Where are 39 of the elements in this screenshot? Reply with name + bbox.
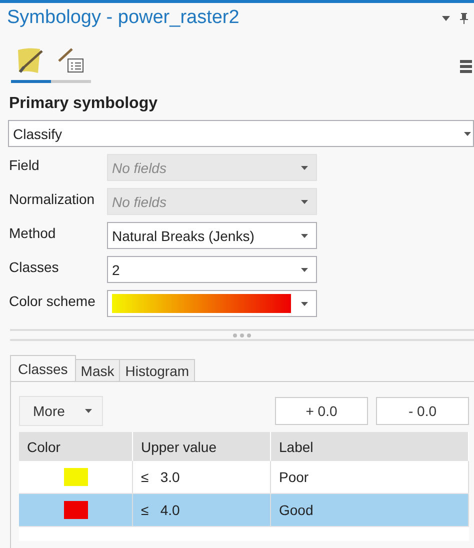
field-label: Field	[9, 156, 40, 173]
caret-icon	[301, 268, 308, 272]
field-label: Normalization	[9, 190, 96, 207]
label-cell: Good	[270, 494, 468, 526]
tab[interactable]: Mask	[74, 359, 120, 381]
menu-icon[interactable]	[460, 60, 472, 73]
splitter-grip-icon[interactable]	[232, 332, 252, 338]
field-label: Method	[9, 224, 57, 241]
field-label: Color scheme	[9, 292, 96, 309]
adjust-button[interactable]: + 0.0	[275, 397, 368, 425]
caret-icon	[301, 234, 308, 238]
symbology-tab[interactable]	[11, 47, 51, 83]
dropdown-caret-icon[interactable]	[442, 16, 450, 20]
select-dropdown[interactable]: 2	[107, 256, 317, 283]
caret-icon	[84, 409, 92, 413]
pane-title: Symbology - power_raster2	[7, 7, 240, 29]
caret-icon	[301, 200, 308, 204]
color-scheme-dropdown[interactable]	[107, 290, 317, 317]
settings-tab[interactable]	[51, 47, 91, 83]
class-row[interactable]: ≤ 4.0 Good	[19, 494, 468, 526]
field-label: Classes	[9, 258, 60, 275]
renderer-dropdown[interactable]: Classify	[8, 120, 474, 147]
tab[interactable]: Classes	[10, 355, 76, 381]
section-heading: Primary symbology	[9, 95, 158, 113]
more-button[interactable]: More	[19, 396, 103, 426]
color-swatch[interactable]	[64, 501, 88, 519]
adjust-button[interactable]: - 0.0	[376, 397, 469, 425]
column-header[interactable]: Upper value	[132, 432, 270, 461]
brush-list-icon	[56, 47, 86, 75]
column-header[interactable]: Label	[270, 432, 468, 461]
select-dropdown[interactable]: Natural Breaks (Jenks)	[107, 222, 317, 249]
caret-icon	[301, 302, 308, 306]
tab[interactable]: Histogram	[119, 359, 196, 381]
pin-icon[interactable]	[460, 12, 468, 24]
column-header[interactable]: Color	[19, 432, 132, 461]
upper-value-cell: ≤ 4.0	[132, 494, 270, 526]
caret-icon	[464, 132, 471, 136]
caret-icon	[301, 166, 308, 170]
color-swatch[interactable]	[64, 468, 88, 486]
